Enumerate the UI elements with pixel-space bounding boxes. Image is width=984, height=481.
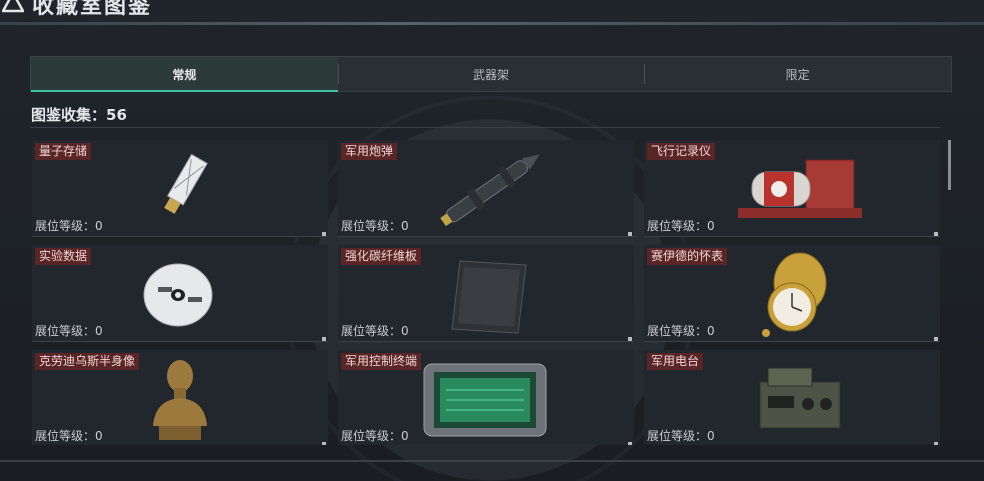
card-corner-marker — [322, 442, 326, 445]
pocket-watch-image — [762, 252, 827, 337]
item-name: 飞行记录仪 — [647, 143, 716, 160]
card-corner-marker — [934, 442, 938, 445]
radio-image — [759, 367, 841, 429]
card-corner-marker — [934, 337, 938, 341]
usb-drive-image — [164, 153, 208, 214]
display-level: 展位等级：0 — [35, 219, 103, 233]
title-bar: 收藏室图鉴 — [0, 0, 984, 22]
collection-grid: 量子存储 展位等级：0 军用炮弹 展位等级：0 飞行记录仪 展位等级：0 实验数… — [32, 140, 942, 445]
item-card-experiment-data[interactable]: 实验数据 展位等级：0 — [32, 245, 328, 342]
card-divider — [338, 236, 634, 237]
display-level: 展位等级：0 — [647, 429, 715, 443]
display-level: 展位等级：0 — [647, 219, 715, 233]
display-level: 展位等级：0 — [35, 429, 103, 443]
display-level: 展位等级：0 — [341, 429, 409, 443]
item-card-military-shell[interactable]: 军用炮弹 展位等级：0 — [338, 140, 634, 237]
card-divider — [338, 341, 634, 342]
item-name: 实验数据 — [35, 248, 92, 265]
category-tabs: 常规 武器架 限定 — [30, 56, 952, 92]
item-card-military-terminal[interactable]: 军用控制终端 展位等级：0 — [338, 350, 634, 445]
card-corner-marker — [628, 232, 632, 236]
item-card-pocket-watch[interactable]: 赛伊德的怀表 展位等级：0 — [644, 245, 940, 342]
carbon-plate-image — [451, 260, 527, 334]
display-level: 展位等级：0 — [35, 324, 103, 338]
card-divider — [32, 236, 328, 237]
scrollbar[interactable] — [948, 140, 951, 190]
item-name: 赛伊德的怀表 — [647, 248, 728, 265]
item-card-flight-recorder[interactable]: 飞行记录仪 展位等级：0 — [644, 140, 940, 237]
item-name: 克劳迪乌斯半身像 — [35, 353, 140, 370]
card-corner-marker — [628, 442, 632, 445]
warning-triangle-icon — [2, 0, 24, 13]
item-card-quantum-storage[interactable]: 量子存储 展位等级：0 — [32, 140, 328, 237]
item-name: 军用控制终端 — [341, 353, 422, 370]
collection-count: 图鉴收集：56 — [31, 106, 127, 124]
artillery-shell-image — [440, 154, 540, 227]
page-title: 收藏室图鉴 — [32, 0, 153, 19]
item-card-carbon-fiber-plate[interactable]: 强化碳纤维板 展位等级：0 — [338, 245, 634, 342]
item-card-military-radio[interactable]: 军用电台 展位等级：0 — [644, 350, 940, 445]
item-name: 军用电台 — [647, 353, 704, 370]
card-divider — [644, 341, 940, 342]
count-divider — [30, 127, 940, 128]
tab-weapon-rack[interactable]: 武器架 — [337, 57, 645, 91]
tab-limited[interactable]: 限定 — [644, 57, 951, 91]
item-name: 量子存储 — [35, 143, 92, 160]
display-level: 展位等级：0 — [341, 219, 409, 233]
card-divider — [644, 236, 940, 237]
card-corner-marker — [628, 337, 632, 341]
card-divider — [32, 341, 328, 342]
item-card-claudius-bust[interactable]: 克劳迪乌斯半身像 展位等级：0 — [32, 350, 328, 445]
bottom-divider — [0, 460, 984, 462]
card-corner-marker — [322, 337, 326, 341]
flight-recorder-image — [738, 159, 862, 218]
bust-image — [153, 360, 207, 440]
control-terminal-image — [423, 363, 547, 437]
tab-regular[interactable]: 常规 — [31, 57, 338, 92]
card-corner-marker — [934, 232, 938, 236]
disc-image — [143, 263, 213, 327]
card-corner-marker — [322, 232, 326, 236]
display-level: 展位等级：0 — [647, 324, 715, 338]
item-name: 军用炮弹 — [341, 143, 398, 160]
title-divider — [0, 22, 984, 25]
display-level: 展位等级：0 — [341, 324, 409, 338]
item-name: 强化碳纤维板 — [341, 248, 422, 265]
